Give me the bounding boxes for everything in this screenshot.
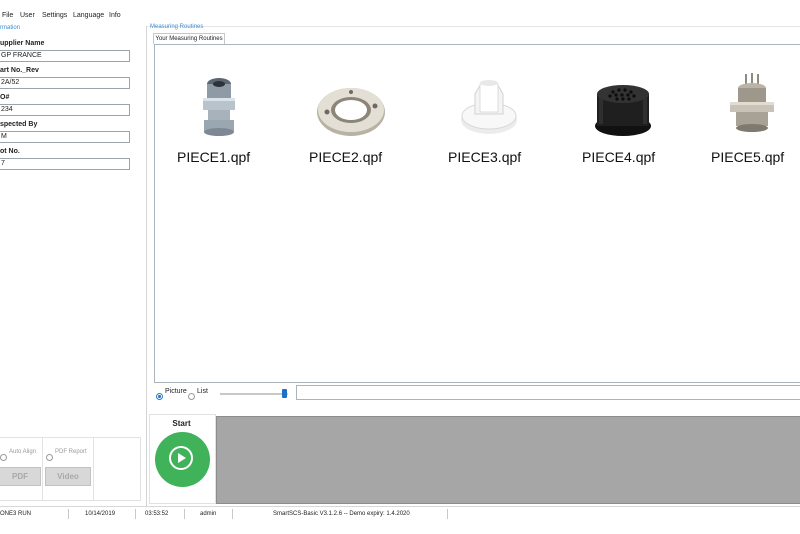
info-panel xyxy=(0,26,147,506)
status-time: 03:53:52 xyxy=(145,511,169,517)
piece4-thumbnail[interactable] xyxy=(593,80,653,138)
status-divider xyxy=(135,509,136,519)
slider-thumb[interactable] xyxy=(282,389,287,398)
video-preview-area xyxy=(216,416,800,504)
auto-align-label: Auto Align xyxy=(9,449,37,455)
status-version: SmartSCS-Basic V3.1.2.6 -- Demo expiry: … xyxy=(273,511,410,517)
piece2-thumbnail[interactable] xyxy=(313,82,389,138)
piece1-label[interactable]: PIECE1.qpf xyxy=(177,149,250,165)
empty-option-box xyxy=(93,437,141,501)
status-divider xyxy=(184,509,185,519)
status-divider xyxy=(68,509,69,519)
play-icon xyxy=(178,453,186,463)
auto-align-radio[interactable] xyxy=(0,449,7,467)
supplier-name-field[interactable]: GP FRANCE xyxy=(0,50,130,62)
po-field[interactable]: 234 xyxy=(0,104,130,116)
menu-bar: File User Settings Language Info xyxy=(0,0,800,27)
menu-settings[interactable]: Settings xyxy=(42,12,67,19)
info-group-caption: rmation xyxy=(0,25,21,31)
status-bar: ONE3 RUN 10/14/2019 03:53:52 admin Smart… xyxy=(0,506,800,534)
piece5-thumbnail[interactable] xyxy=(726,72,778,138)
picture-label: Picture xyxy=(165,388,187,395)
piece5-label[interactable]: PIECE5.qpf xyxy=(711,149,784,165)
picture-radio[interactable] xyxy=(156,388,163,406)
list-label: List xyxy=(197,388,208,395)
tab-your-measuring-routines[interactable]: Your Measuring Routines xyxy=(153,33,225,44)
pdf-button[interactable]: PDF xyxy=(0,467,41,486)
piece2-label[interactable]: PIECE2.qpf xyxy=(309,149,382,165)
status-run: ONE3 RUN xyxy=(0,511,32,517)
piece1-thumbnail[interactable] xyxy=(196,74,242,138)
lot-no-label: ot No. xyxy=(0,148,20,155)
routines-caption: Measuring Routines xyxy=(150,24,204,30)
supplier-name-label: upplier Name xyxy=(0,40,45,47)
menu-info[interactable]: Info xyxy=(109,12,121,19)
status-divider xyxy=(447,509,448,519)
pdf-report-radio[interactable] xyxy=(46,449,53,467)
po-label: O# xyxy=(0,94,10,101)
status-user: admin xyxy=(200,511,217,517)
inspected-by-field[interactable]: M xyxy=(0,131,130,143)
start-label: Start xyxy=(172,419,191,428)
status-date: 10/14/2019 xyxy=(85,511,116,517)
menu-file[interactable]: File xyxy=(2,12,13,19)
status-divider xyxy=(232,509,233,519)
menu-language[interactable]: Language xyxy=(73,12,104,19)
menu-user[interactable]: User xyxy=(20,12,35,19)
video-button[interactable]: Video xyxy=(45,467,91,486)
list-radio[interactable] xyxy=(188,388,195,406)
part-no-label: art No._Rev xyxy=(0,67,39,74)
inspected-by-label: spected By xyxy=(0,121,38,128)
piece4-label[interactable]: PIECE4.qpf xyxy=(582,149,655,165)
piece3-label[interactable]: PIECE3.qpf xyxy=(448,149,521,165)
thumbnail-size-slider[interactable] xyxy=(220,393,288,395)
part-no-field[interactable]: 2A/52 xyxy=(0,77,130,89)
lot-no-field[interactable]: 7 xyxy=(0,158,130,170)
pdf-report-label: PDF Report xyxy=(55,449,87,455)
routine-path-field[interactable] xyxy=(296,385,800,400)
piece3-thumbnail[interactable] xyxy=(458,72,520,138)
